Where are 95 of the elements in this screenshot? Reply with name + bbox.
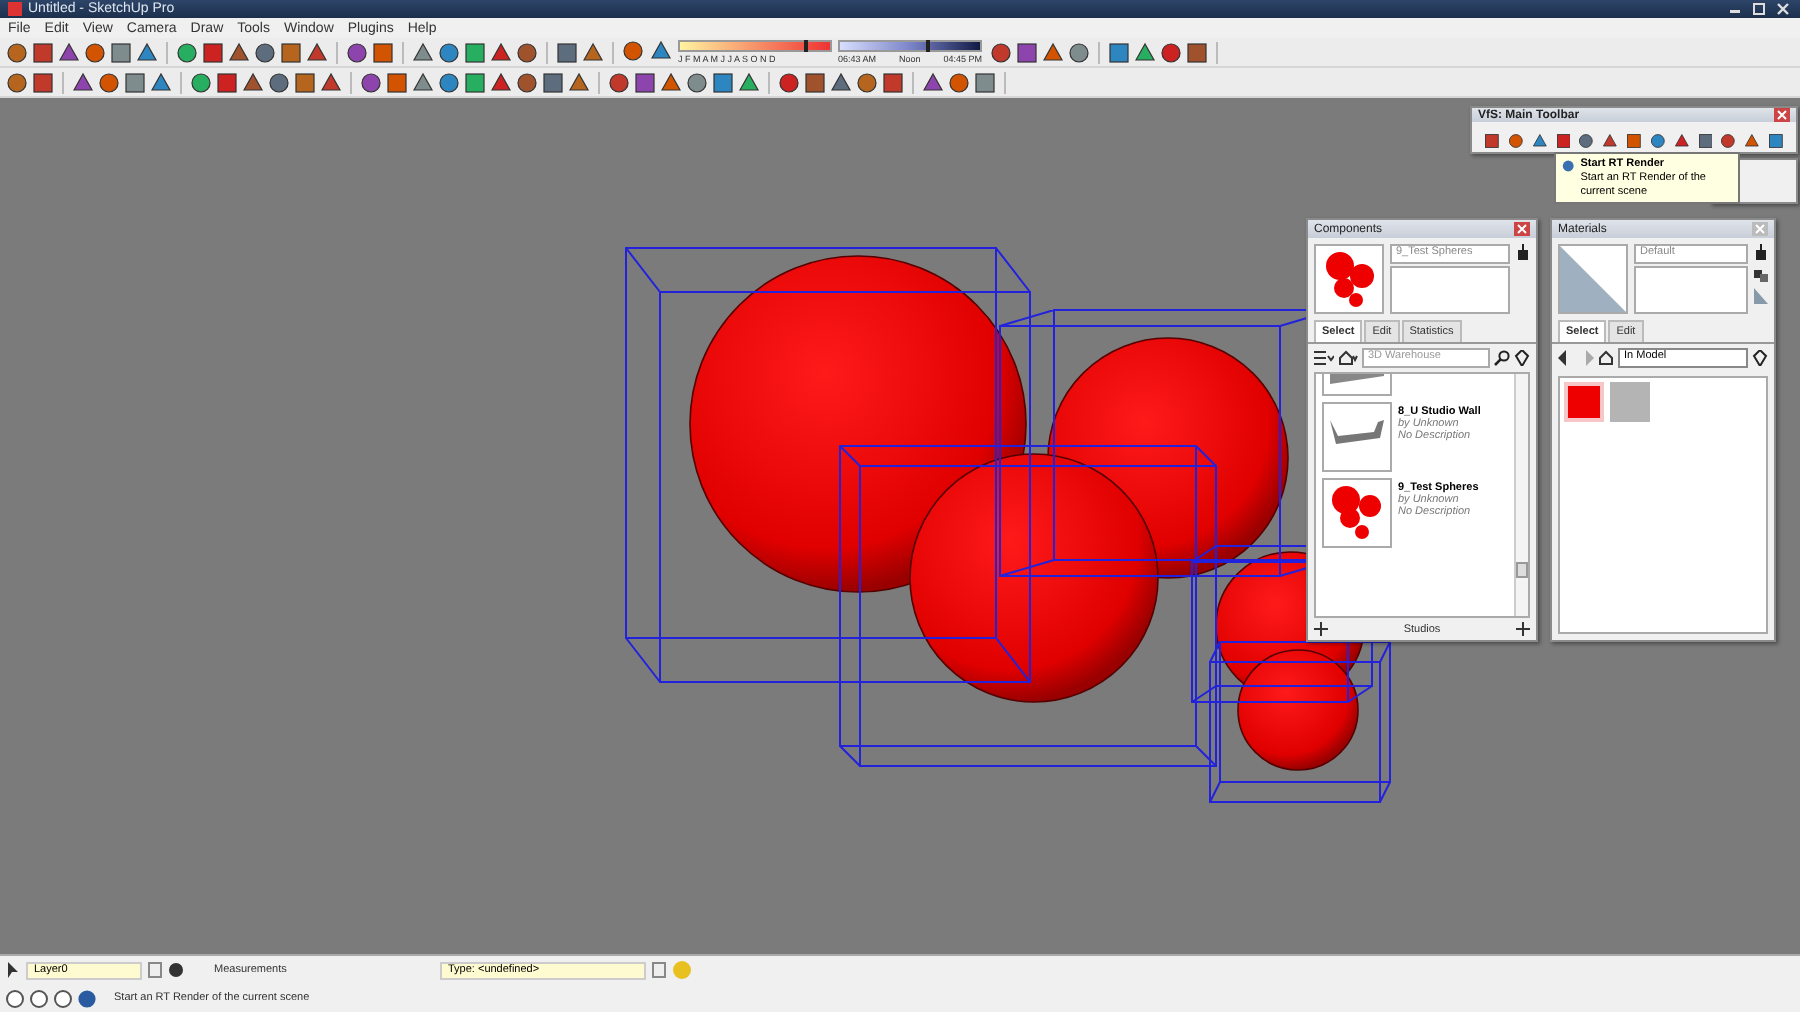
- tool-icon[interactable]: [542, 71, 564, 93]
- tool-icon[interactable]: [346, 41, 368, 63]
- tool-icon[interactable]: [804, 71, 826, 93]
- tool-icon[interactable]: [516, 71, 538, 93]
- tool-icon[interactable]: [98, 71, 120, 93]
- tool-icon[interactable]: [1555, 130, 1571, 152]
- tool-icon[interactable]: [176, 41, 198, 63]
- tool-icon[interactable]: [556, 41, 578, 63]
- home-icon[interactable]: [1338, 350, 1358, 366]
- tool-icon[interactable]: [1186, 41, 1208, 63]
- tool-icon[interactable]: [1108, 41, 1130, 63]
- details-icon[interactable]: [1752, 350, 1768, 366]
- render-icon: [1562, 158, 1575, 174]
- tool-icon[interactable]: [948, 71, 970, 93]
- tool-icon[interactable]: [686, 71, 708, 93]
- pointer-icon: [6, 962, 20, 978]
- tool-icon[interactable]: [1531, 130, 1548, 152]
- spheres-thumbnail: [1314, 244, 1384, 314]
- tool-icon[interactable]: [386, 71, 408, 93]
- tool-icon[interactable]: [32, 71, 54, 93]
- tool-icon[interactable]: [438, 41, 460, 63]
- cubes-icon[interactable]: [1754, 266, 1768, 282]
- tool-icon[interactable]: [464, 71, 486, 93]
- tool-icon[interactable]: [608, 71, 630, 93]
- tool-icon[interactable]: [268, 71, 290, 93]
- material-swatch[interactable]: [1610, 382, 1650, 422]
- dropdown-button[interactable]: [652, 962, 666, 978]
- tool-icon[interactable]: [202, 41, 224, 63]
- texture-icon[interactable]: [1754, 288, 1768, 304]
- tool-icon[interactable]: [1649, 130, 1666, 152]
- tool-icon[interactable]: [778, 71, 800, 93]
- slider-thumb[interactable]: [926, 40, 931, 52]
- scrollbar[interactable]: [1514, 374, 1528, 616]
- tool-icon[interactable]: [216, 71, 238, 93]
- app-icon: [8, 2, 22, 16]
- tool-icon[interactable]: [1673, 130, 1690, 152]
- tool-icon[interactable]: [1697, 130, 1713, 152]
- spheres-thumbnail[interactable]: [1322, 478, 1392, 548]
- move-icon[interactable]: [1314, 622, 1328, 636]
- tool-icon[interactable]: [634, 71, 656, 93]
- home-icon[interactable]: [1598, 350, 1614, 366]
- tool-icon[interactable]: [360, 71, 382, 93]
- render-icon: [78, 989, 96, 1007]
- tool-icon[interactable]: [1768, 130, 1784, 152]
- export-icon[interactable]: [1754, 244, 1768, 260]
- description-field[interactable]: [1390, 266, 1510, 314]
- tool-icon[interactable]: [1016, 41, 1038, 63]
- tool-icon[interactable]: [712, 71, 734, 93]
- view-options-icon[interactable]: [1314, 350, 1334, 366]
- material-swatch[interactable]: [1564, 382, 1604, 422]
- tool-icon[interactable]: [856, 71, 878, 93]
- help-icon[interactable]: [6, 989, 24, 1007]
- tool-icon[interactable]: [124, 71, 146, 93]
- info-icon[interactable]: [30, 989, 48, 1007]
- tool-icon[interactable]: [6, 41, 28, 63]
- tool-icon[interactable]: [84, 41, 106, 63]
- tool-icon[interactable]: [974, 71, 996, 93]
- material-thumbnail: [1558, 244, 1628, 314]
- tool-icon[interactable]: [1578, 130, 1595, 152]
- details-icon[interactable]: [1514, 350, 1530, 366]
- move-icon[interactable]: [1515, 622, 1530, 636]
- sphere: [1237, 649, 1359, 771]
- close-icon[interactable]: [1774, 2, 1792, 16]
- search-icon[interactable]: [1494, 350, 1510, 366]
- tool-icon[interactable]: [32, 41, 54, 63]
- time-slider[interactable]: [838, 40, 982, 52]
- tool-icon[interactable]: [1507, 130, 1524, 152]
- wall-thumbnail[interactable]: [1322, 402, 1392, 472]
- tool-icon[interactable]: [1484, 130, 1500, 152]
- tool-icon[interactable]: [438, 71, 460, 93]
- tool-icon[interactable]: [464, 41, 486, 63]
- date-slider[interactable]: [678, 40, 832, 52]
- tool-icon[interactable]: [882, 71, 904, 93]
- layer-icon[interactable]: [168, 962, 184, 978]
- tool-icon[interactable]: [516, 41, 538, 63]
- export-icon[interactable]: [1516, 244, 1530, 260]
- tool-icon[interactable]: [294, 71, 316, 93]
- tool-icon[interactable]: [1068, 41, 1090, 63]
- tool-icon[interactable]: [280, 41, 302, 63]
- tool-icon[interactable]: [372, 41, 394, 63]
- restore-icon[interactable]: [1750, 2, 1768, 16]
- tool-icon[interactable]: [6, 71, 28, 93]
- tool-icon[interactable]: [110, 41, 132, 63]
- tool-icon[interactable]: [622, 40, 644, 62]
- tool-icon[interactable]: [1626, 130, 1642, 152]
- tool-icon[interactable]: [1720, 130, 1737, 152]
- tool-icon[interactable]: [1160, 41, 1182, 63]
- tool-icon[interactable]: [1744, 130, 1761, 152]
- tool-icon[interactable]: [190, 71, 212, 93]
- dropdown-button[interactable]: [148, 962, 162, 978]
- user-icon[interactable]: [54, 989, 72, 1007]
- tool-icon[interactable]: [990, 41, 1012, 63]
- description-field[interactable]: [1634, 266, 1748, 314]
- tool-icon[interactable]: [1602, 130, 1619, 152]
- tool-icon[interactable]: [254, 41, 276, 63]
